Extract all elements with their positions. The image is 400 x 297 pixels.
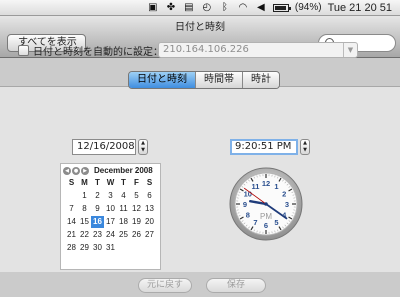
calendar-day[interactable]: 3 [104,190,117,202]
calendar-day[interactable]: 23 [91,229,104,241]
calendar-day[interactable]: 14 [65,216,78,228]
tab-time-zone[interactable]: 時間帯 [196,72,243,88]
calendar-day[interactable]: 5 [130,190,143,202]
calendar-day[interactable]: 7 [65,203,78,215]
clock-number: 12 [262,179,270,188]
camera-icon[interactable]: ▣ [147,2,159,14]
wifi-icon[interactable]: ◠ [237,2,249,14]
calendar-weekday: T [95,178,100,187]
calendar-day[interactable]: 4 [117,190,130,202]
time-stepper[interactable]: ▲ ▼ [300,139,310,155]
menubar: ▣ ✤ ▤ ◴ ᛒ ◠ ◀ (94%) Tue 21 20 51 [0,0,400,16]
calendar-day[interactable]: 11 [117,203,130,215]
clock-number: 8 [246,211,250,220]
date-stepper[interactable]: ▲ ▼ [138,139,148,155]
calendar-empty [117,242,130,254]
calendar-weekday: T [121,178,126,187]
calendar-day[interactable]: 15 [78,216,91,228]
battery-percent: (94%) [294,2,322,13]
calendar-day[interactable]: 16 [91,216,104,228]
bluetooth-icon[interactable]: ᛒ [219,2,231,14]
calendar-day[interactable]: 13 [143,203,156,215]
save-button[interactable]: 保存 [206,278,266,293]
revert-button[interactable]: 元に戻す [138,278,192,293]
calendar-day[interactable]: 1 [78,190,91,202]
calendar-day[interactable]: 22 [78,229,91,241]
battery-icon[interactable] [272,3,291,12]
clock-number: 1 [274,182,278,191]
calendar: ◀ ● ▶ December 2008 S M T W T F S 1 2 3 4 5 6 7 8 9 10 11… [60,163,161,270]
clock-number: 7 [253,218,257,227]
clock-number: 9 [243,200,247,209]
calendar-empty [143,242,156,254]
window-title: 日付と時刻 [175,22,225,33]
calendar-day[interactable]: 20 [143,216,156,228]
calendar-day[interactable]: 24 [104,229,117,241]
date-field[interactable]: 12/16/2008 [72,139,136,155]
calendar-day[interactable]: 19 [130,216,143,228]
clock-ampm: PM [260,212,272,221]
tab-date-time[interactable]: 日付と時刻 [129,72,196,88]
calendar-day[interactable]: 28 [65,242,78,254]
today-icon[interactable]: ● [72,166,80,175]
tab-clock[interactable]: 時計 [243,72,279,88]
calendar-grid: S M T W T F S 1 2 3 4 5 6 7 8 9 10 11 12 13 14 15 16 17 18 19 20 21… [61,177,160,254]
clock-number: 6 [264,221,268,230]
calendar-day[interactable]: 6 [143,190,156,202]
time-machine-icon[interactable]: ◴ [201,2,213,14]
calendar-month: December 2008 [94,166,153,175]
time-field[interactable]: 9:20:51 PM [230,139,298,155]
calendar-day[interactable]: 27 [143,229,156,241]
calendar-weekday: M [81,178,88,187]
clock-face: 12 1234567891011 PM [229,167,303,241]
tab-bar: 日付と時刻 時間帯 時計 [128,71,280,89]
time-server-value: 210.164.106.226 [163,44,249,55]
prev-month-icon[interactable]: ◀ [63,166,71,175]
calendar-day[interactable]: 31 [104,242,117,254]
clock-number: 3 [285,200,289,209]
time-server-select[interactable]: 210.164.106.226 ▼ [158,42,358,58]
calendar-day[interactable]: 8 [78,203,91,215]
auto-set-label[interactable]: 日付と時刻を自動的に設定： [33,43,163,58]
calendar-day[interactable]: 26 [130,229,143,241]
next-month-icon[interactable]: ▶ [81,166,89,175]
calendar-header: ◀ ● ▶ December 2008 [61,164,160,176]
calendar-day[interactable]: 17 [104,216,117,228]
clock-number: 11 [252,182,260,191]
calendar-empty [130,242,143,254]
calendar-day[interactable]: 30 [91,242,104,254]
calendar-day[interactable]: 2 [91,190,104,202]
calendar-weekday: S [146,178,153,187]
auto-set-row: 日付と時刻を自動的に設定： [18,43,163,58]
calendar-day[interactable]: 29 [78,242,91,254]
calendar-day[interactable]: 25 [117,229,130,241]
calendar-empty [65,190,78,202]
stack-icon[interactable]: ▤ [183,2,195,14]
clock-number: 5 [274,218,278,227]
calendar-day[interactable]: 9 [91,203,104,215]
paw-icon[interactable]: ✤ [165,2,177,14]
auto-set-checkbox[interactable] [18,45,29,56]
chevron-down-icon[interactable]: ▼ [343,43,357,57]
calendar-day[interactable]: 18 [117,216,130,228]
calendar-day[interactable]: 12 [130,203,143,215]
analog-clock[interactable]: 12 1 2 3 4 5 6 7 8 9 10 11 PM [229,167,303,241]
menubar-clock[interactable]: Tue 21 20 51 [328,2,392,14]
volume-icon[interactable]: ◀ [255,2,267,14]
calendar-day[interactable]: 10 [104,203,117,215]
calendar-weekday: W [106,178,115,187]
calendar-day[interactable]: 21 [65,229,78,241]
clock-number: 2 [282,190,286,199]
calendar-weekday: F [134,178,139,187]
calendar-weekday: S [68,178,75,187]
